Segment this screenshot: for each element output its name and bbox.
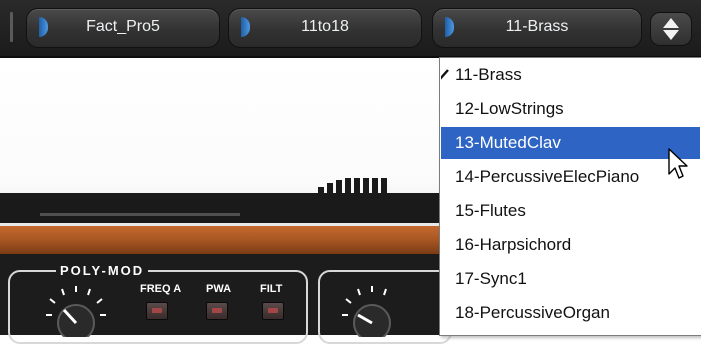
poly-mod-knob[interactable] <box>40 285 112 337</box>
menu-item-15-flutes[interactable]: 15-Flutes <box>441 195 700 227</box>
menu-item-label: 17-Sync1 <box>455 269 527 288</box>
pwa-label: PWA <box>206 283 232 295</box>
menu-item-12-lowstrings[interactable]: 12-LowStrings <box>441 93 700 125</box>
bank-selector-label: Fact_Pro5 <box>86 18 160 35</box>
bar-divider <box>10 12 13 42</box>
menu-item-label: 18-PercussiveOrgan <box>455 303 610 322</box>
up-down-arrows-icon <box>663 18 679 40</box>
patch-selector-label: 11-Brass <box>505 18 569 35</box>
patch-selector[interactable]: 11-Brass <box>432 8 642 48</box>
menu-item-label: 16-Harpsichord <box>455 235 572 254</box>
menu-item-14-percussiveelecpiano[interactable]: 14-PercussiveElecPiano <box>441 161 700 193</box>
menu-item-16-harpsichord[interactable]: 16-Harpsichord <box>441 229 700 261</box>
menu-item-label: 13-MutedClav <box>455 133 561 152</box>
pwa-button[interactable] <box>206 302 228 320</box>
bank-selector[interactable]: Fact_Pro5 <box>26 8 220 48</box>
oscillator-knob[interactable] <box>336 285 408 337</box>
checkmark-icon <box>441 69 449 80</box>
mouse-pointer-icon <box>668 148 688 179</box>
preset-bar: Fact_Pro5 11to18 11-Brass <box>0 0 701 58</box>
menu-item-13-mutedclav[interactable]: 13-MutedClav <box>441 127 700 159</box>
menu-item-label: 14-PercussiveElecPiano <box>455 167 640 186</box>
freq-a-button[interactable] <box>146 302 168 320</box>
deck-rail <box>40 213 240 216</box>
patch-step-button[interactable] <box>650 12 692 46</box>
menu-item-label: 12-LowStrings <box>455 99 564 118</box>
group-selector-label: 11to18 <box>301 18 349 35</box>
group-selector[interactable]: 11to18 <box>228 8 422 48</box>
menu-item-label: 11-Brass <box>455 65 522 84</box>
filt-button[interactable] <box>262 302 284 320</box>
freq-a-label: FREQ A <box>140 283 182 295</box>
patch-dropdown-menu: 11-Brass 12-LowStrings 13-MutedClav 14-P… <box>439 57 701 336</box>
poly-mod-title: POLY-MOD <box>56 263 149 278</box>
menu-item-17-sync1[interactable]: 17-Sync1 <box>441 263 700 295</box>
menu-item-label: 15-Flutes <box>455 201 526 220</box>
menu-item-18-percussiveorgan[interactable]: 18-PercussiveOrgan <box>441 297 700 329</box>
menu-item-11-brass[interactable]: 11-Brass <box>441 59 700 91</box>
filt-label: FILT <box>260 283 283 295</box>
